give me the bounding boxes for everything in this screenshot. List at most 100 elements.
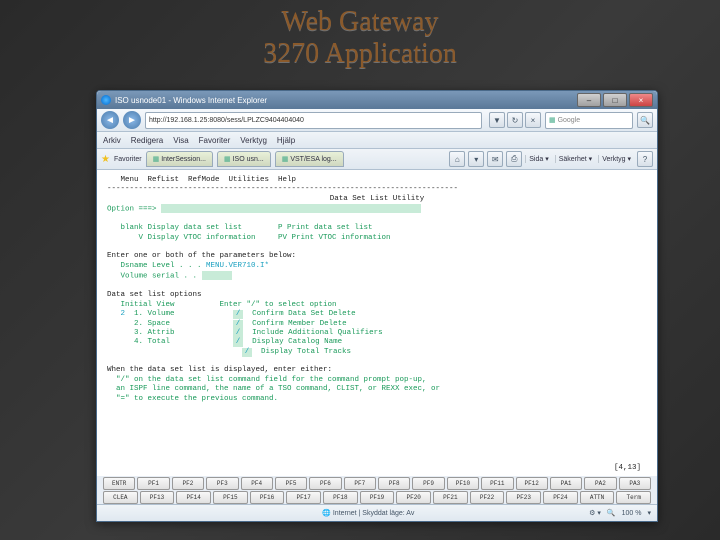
footer-line3: an ISPF line command, the name of a TSO … — [107, 385, 647, 394]
status-bar: 🌐 Internet | Skyddat läge: Av ⚙ ▾ 🔍 100 … — [97, 504, 657, 521]
pfkey-pf13[interactable]: PF13 — [140, 491, 175, 504]
zoom-icon[interactable]: 🔍 — [607, 509, 616, 517]
menu-redigera[interactable]: Redigera — [131, 136, 163, 145]
minimize-button[interactable]: – — [577, 93, 601, 107]
ie-icon — [101, 95, 111, 105]
security-zone: Internet | Skyddat läge: Av — [333, 510, 414, 517]
pfkey-pf16[interactable]: PF16 — [250, 491, 285, 504]
tools-menu[interactable]: Verktyg ▾ — [598, 155, 634, 163]
pfkey-pf3[interactable]: PF3 — [206, 477, 238, 490]
mail-button[interactable]: ✉ — [487, 151, 503, 167]
pfkey-pf15[interactable]: PF15 — [213, 491, 248, 504]
opt1-input[interactable]: / — [233, 310, 243, 319]
go-button[interactable]: ▼ — [489, 112, 505, 128]
page-menu[interactable]: Sida ▾ — [525, 155, 551, 163]
pfkey-attn[interactable]: ATTN — [580, 491, 615, 504]
safety-menu[interactable]: Säkerhet ▾ — [555, 155, 595, 163]
opt2-input[interactable]: / — [233, 320, 243, 329]
params-head: Enter one or both of the parameters belo… — [107, 252, 647, 261]
volser-input[interactable] — [202, 271, 232, 280]
modes-line2: V Display VTOC information PV Print VTOC… — [107, 234, 647, 243]
volser-line: Volume serial . . — [107, 271, 647, 282]
print-button[interactable]: ⎙ — [506, 151, 522, 167]
pfkey-pf24[interactable]: PF24 — [543, 491, 578, 504]
initial-view-input[interactable]: 2 — [121, 310, 126, 318]
search-box[interactable]: ▦ Google — [545, 112, 633, 129]
pfkey-pf23[interactable]: PF23 — [506, 491, 541, 504]
pfkey-pf22[interactable]: PF22 — [470, 491, 505, 504]
menu-hjalp[interactable]: Hjälp — [277, 136, 295, 145]
pfkey-pf18[interactable]: PF18 — [323, 491, 358, 504]
stop-button[interactable]: × — [525, 112, 541, 128]
pfkey-pf12[interactable]: PF12 — [516, 477, 548, 490]
term-title: Data Set List Utility — [107, 195, 647, 204]
pfkey-pf2[interactable]: PF2 — [172, 477, 204, 490]
pfkey-pf10[interactable]: PF10 — [447, 477, 479, 490]
terminal-content[interactable]: Menu RefList RefMode Utilities Help ----… — [97, 170, 657, 476]
pfkey-pa2[interactable]: PA2 — [584, 477, 616, 490]
view-row-2: 2. Space / Confirm Member Delete — [107, 320, 647, 329]
slide-title-line2: 3270 Application — [0, 38, 720, 70]
opt4-input[interactable]: / — [233, 338, 243, 347]
tab-iso[interactable]: ▦ISO usn... — [217, 151, 271, 167]
cursor-position: [4,13] — [614, 464, 641, 472]
pfkey-pf19[interactable]: PF19 — [360, 491, 395, 504]
opt3-input[interactable]: / — [233, 329, 243, 338]
menu-verktyg[interactable]: Verktyg — [240, 136, 267, 145]
pfkey-pf20[interactable]: PF20 — [396, 491, 431, 504]
pfkey-pf6[interactable]: PF6 — [309, 477, 341, 490]
menu-favoriter[interactable]: Favoriter — [199, 136, 231, 145]
window-titlebar: ISO usnode01 - Windows Internet Explorer… — [97, 91, 657, 109]
home-button[interactable]: ⌂ — [449, 151, 465, 167]
tab-intersession[interactable]: ▦InterSession... — [146, 151, 213, 167]
back-button[interactable]: ◄ — [101, 111, 119, 129]
list-head: Data set list options — [107, 291, 647, 300]
feeds-button[interactable]: ▾ — [468, 151, 484, 167]
pfkey-term[interactable]: Term — [616, 491, 651, 504]
forward-button[interactable]: ► — [123, 111, 141, 129]
view-row-1: 2 1. Volume / Confirm Data Set Delete — [107, 310, 647, 319]
pfkey-pa3[interactable]: PA3 — [619, 477, 651, 490]
favorites-bar: ★ Favoriter ▦InterSession... ▦ISO usn...… — [97, 149, 657, 170]
view-row-5: / Display Total Tracks — [107, 348, 647, 357]
refresh-button[interactable]: ↻ — [507, 112, 523, 128]
pfkey-pf7[interactable]: PF7 — [344, 477, 376, 490]
term-menu-line: Menu RefList RefMode Utilities Help — [107, 176, 647, 185]
menu-arkiv[interactable]: Arkiv — [103, 136, 121, 145]
favorites-label[interactable]: Favoriter — [114, 156, 142, 163]
zoom-level[interactable]: 100 % — [622, 510, 642, 517]
pfkey-pf8[interactable]: PF8 — [378, 477, 410, 490]
pfkey-pf5[interactable]: PF5 — [275, 477, 307, 490]
pfkey-pf21[interactable]: PF21 — [433, 491, 468, 504]
footer-line4: "=" to execute the previous command. — [107, 395, 647, 404]
tab-vst[interactable]: ▦VST/ESA log... — [275, 151, 344, 167]
pfkey-clea[interactable]: CLEA — [103, 491, 138, 504]
pfkey-row-1: ENTR PF1 PF2 PF3 PF4 PF5 PF6 PF7 PF8 PF9… — [97, 476, 657, 490]
address-bar[interactable]: http://192.168.1.25:8080/sess/LPLZC94044… — [145, 112, 482, 129]
help-button[interactable]: ? — [637, 151, 653, 167]
pfkey-pa1[interactable]: PA1 — [550, 477, 582, 490]
modes-line1: blank Display data set list P Print data… — [107, 224, 647, 233]
pfkey-pf1[interactable]: PF1 — [137, 477, 169, 490]
view-row-3: 3. Attrib / Include Additional Qualifier… — [107, 329, 647, 338]
opt5-input[interactable]: / — [242, 348, 252, 357]
search-button[interactable]: 🔍 — [637, 112, 653, 128]
pfkey-pf4[interactable]: PF4 — [241, 477, 273, 490]
pfkey-pf11[interactable]: PF11 — [481, 477, 513, 490]
footer-line2: "/" on the data set list command field f… — [107, 376, 647, 385]
pfkey-pf9[interactable]: PF9 — [412, 477, 444, 490]
menubar: Arkiv Redigera Visa Favoriter Verktyg Hj… — [97, 132, 657, 149]
pfkey-row-2: CLEA PF13 PF14 PF15 PF16 PF17 PF18 PF19 … — [97, 490, 657, 504]
dsname-input[interactable]: MENU.VER710.I* — [206, 262, 269, 270]
favorites-star-icon[interactable]: ★ — [101, 154, 110, 165]
protected-mode-icon[interactable]: ⚙ ▾ — [589, 509, 601, 517]
maximize-button[interactable]: □ — [603, 93, 627, 107]
close-button[interactable]: × — [629, 93, 653, 107]
term-dashes: ----------------------------------------… — [107, 185, 647, 194]
dsname-line: Dsname Level . . . MENU.VER710.I* — [107, 262, 647, 271]
option-input[interactable] — [161, 204, 421, 213]
pfkey-pf14[interactable]: PF14 — [176, 491, 211, 504]
pfkey-entr[interactable]: ENTR — [103, 477, 135, 490]
menu-visa[interactable]: Visa — [173, 136, 188, 145]
pfkey-pf17[interactable]: PF17 — [286, 491, 321, 504]
